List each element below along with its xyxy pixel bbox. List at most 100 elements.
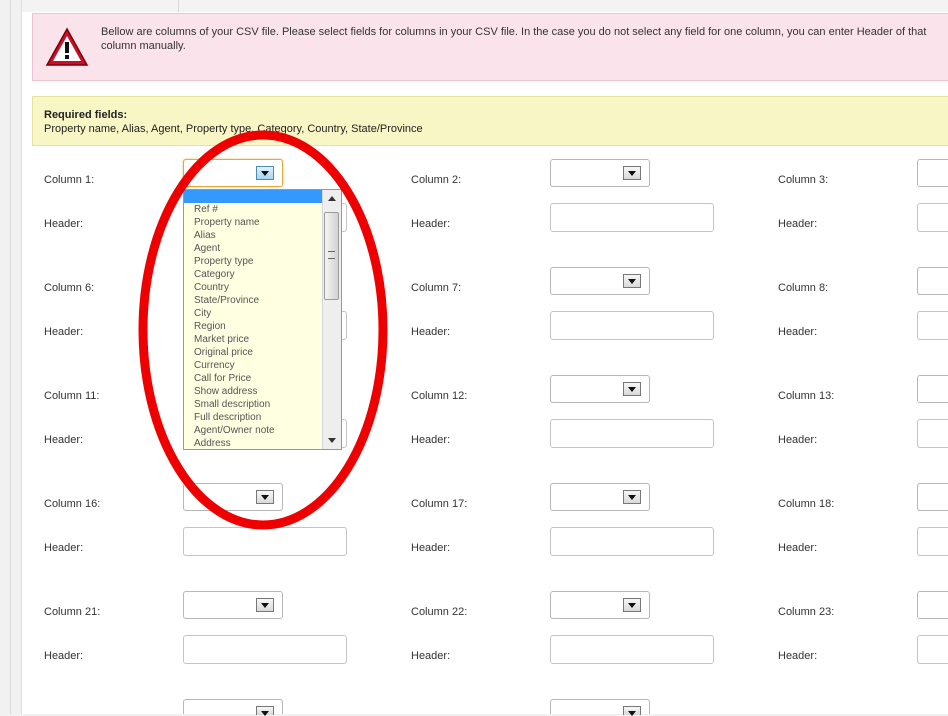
column-18-label: Column 18: xyxy=(778,498,835,510)
scroll-thumb[interactable] xyxy=(324,212,339,300)
column-8-label: Column 8: xyxy=(778,282,829,294)
required-fields-box: Required fields: Property name, Alias, A… xyxy=(32,96,948,146)
dropdown-option[interactable]: State/Province xyxy=(184,294,324,307)
dropdown-option[interactable]: Small description xyxy=(184,398,324,411)
dropdown-option[interactable]: Market price xyxy=(184,333,324,346)
column-23-select[interactable] xyxy=(917,591,948,619)
column-7-label: Column 7: xyxy=(411,282,462,294)
dropdown-option[interactable]: Call for Price xyxy=(184,372,324,385)
column-16-select[interactable] xyxy=(183,483,283,511)
top-strip xyxy=(22,0,948,12)
column-2-select[interactable] xyxy=(550,159,650,187)
header-8-label: Header: xyxy=(778,326,818,338)
warning-triangle-icon xyxy=(45,27,89,66)
chevron-down-icon[interactable] xyxy=(256,166,274,180)
dropdown-options: Ref # Property name Alias Agent Property typ… xyxy=(184,190,324,449)
column-23-label: Column 23: xyxy=(778,606,835,618)
column-1-dropdown-list[interactable]: Ref # Property name Alias Agent Property typ… xyxy=(183,189,342,450)
header-7-label: Header: xyxy=(411,326,451,338)
header-18-label: Header: xyxy=(778,542,818,554)
dropdown-option[interactable]: Alias xyxy=(184,229,324,242)
header-11-label: Header: xyxy=(44,434,84,446)
chevron-down-icon[interactable] xyxy=(256,490,274,504)
dropdown-option[interactable]: Original price xyxy=(184,346,324,359)
header-16-label: Header: xyxy=(44,542,84,554)
header-23-input[interactable] xyxy=(917,635,948,664)
dropdown-option[interactable]: Region xyxy=(184,320,324,333)
dropdown-option[interactable]: Country xyxy=(184,281,324,294)
column-3-label: Column 3: xyxy=(778,174,829,186)
chevron-down-icon[interactable] xyxy=(623,166,641,180)
dropdown-option[interactable]: Address xyxy=(184,437,324,449)
column-1-label: Column 1: xyxy=(44,174,95,186)
column-7-select[interactable] xyxy=(550,267,650,295)
dropdown-scrollbar[interactable] xyxy=(322,190,341,449)
header-21-input[interactable] xyxy=(183,635,347,664)
scroll-down-icon[interactable] xyxy=(323,432,341,449)
dropdown-option[interactable]: Category xyxy=(184,268,324,281)
dropdown-option[interactable]: Ref # xyxy=(184,203,324,216)
header-3-label: Header: xyxy=(778,218,818,230)
dropdown-option[interactable]: Agent xyxy=(184,242,324,255)
header-12-label: Header: xyxy=(411,434,451,446)
column-22-label: Column 22: xyxy=(411,606,468,618)
dropdown-option[interactable]: Property name xyxy=(184,216,324,229)
column-13-label: Column 13: xyxy=(778,390,835,402)
header-12-input[interactable] xyxy=(550,419,714,448)
dropdown-option[interactable]: City xyxy=(184,307,324,320)
notice-text: Bellow are columns of your CSV file. Ple… xyxy=(101,26,927,52)
header-23-label: Header: xyxy=(778,650,818,662)
header-8-input[interactable] xyxy=(917,311,948,340)
column-22-select[interactable] xyxy=(550,591,650,619)
column-18-select[interactable] xyxy=(917,483,948,511)
column-17-select[interactable] xyxy=(550,483,650,511)
column-17-label: Column 17: xyxy=(411,498,468,510)
header-13-input[interactable] xyxy=(917,419,948,448)
column-3-select[interactable] xyxy=(917,159,948,187)
column-8-select[interactable] xyxy=(917,267,948,295)
dropdown-option[interactable]: Currency xyxy=(184,359,324,372)
column-16-label: Column 16: xyxy=(44,498,101,510)
header-18-input[interactable] xyxy=(917,527,948,556)
header-7-input[interactable] xyxy=(550,311,714,340)
column-27-select[interactable] xyxy=(550,699,650,716)
column-2-label: Column 2: xyxy=(411,174,462,186)
header-3-input[interactable] xyxy=(917,203,948,232)
dropdown-option[interactable]: Show address xyxy=(184,385,324,398)
dropdown-option[interactable]: Full description xyxy=(184,411,324,424)
column-21-select[interactable] xyxy=(183,591,283,619)
chevron-down-icon[interactable] xyxy=(623,274,641,288)
header-17-label: Header: xyxy=(411,542,451,554)
chevron-down-icon[interactable] xyxy=(623,598,641,612)
column-1-select[interactable] xyxy=(183,159,283,187)
window-left-gutter xyxy=(0,0,10,714)
header-22-input[interactable] xyxy=(550,635,714,664)
column-12-label: Column 12: xyxy=(411,390,468,402)
column-11-label: Column 11: xyxy=(44,390,100,402)
column-26-select[interactable] xyxy=(183,699,283,716)
header-16-input[interactable] xyxy=(183,527,347,556)
dropdown-option[interactable]: Agent/Owner note xyxy=(184,424,324,437)
column-6-label: Column 6: xyxy=(44,282,95,294)
header-13-label: Header: xyxy=(778,434,818,446)
header-22-label: Header: xyxy=(411,650,451,662)
header-6-label: Header: xyxy=(44,326,84,338)
dropdown-option-highlighted[interactable] xyxy=(184,190,324,203)
header-21-label: Header: xyxy=(44,650,84,662)
column-21-label: Column 21: xyxy=(44,606,101,618)
header-17-input[interactable] xyxy=(550,527,714,556)
chevron-down-icon[interactable] xyxy=(256,598,274,612)
chevron-down-icon[interactable] xyxy=(623,382,641,396)
window-left-border xyxy=(10,0,11,714)
scroll-up-icon[interactable] xyxy=(323,190,341,207)
required-fields-title: Required fields: xyxy=(44,109,128,121)
header-2-input[interactable] xyxy=(550,203,714,232)
column-13-select[interactable] xyxy=(917,375,948,403)
header-1-label: Header: xyxy=(44,218,84,230)
column-12-select[interactable] xyxy=(550,375,650,403)
dropdown-option[interactable]: Property type xyxy=(184,255,324,268)
notice-box: Bellow are columns of your CSV file. Ple… xyxy=(32,13,948,81)
header-2-label: Header: xyxy=(411,218,451,230)
chevron-down-icon[interactable] xyxy=(623,490,641,504)
required-fields-list: Property name, Alias, Agent, Property ty… xyxy=(44,123,423,135)
